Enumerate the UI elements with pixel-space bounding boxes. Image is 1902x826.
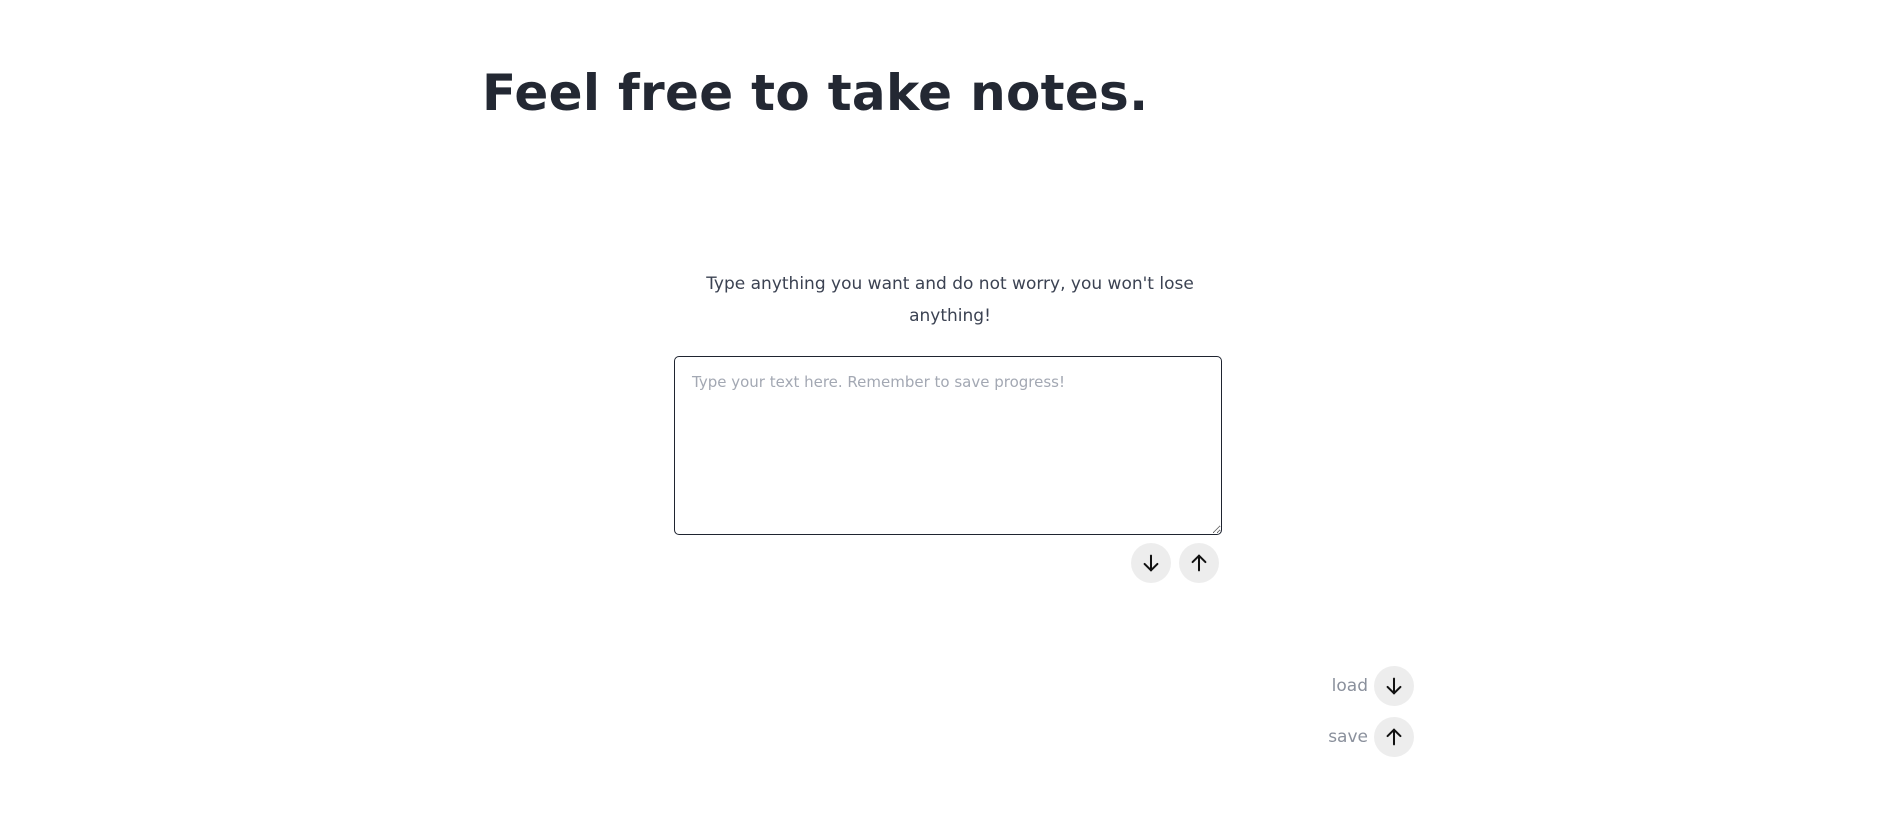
arrow-down-icon bbox=[1143, 554, 1159, 572]
page-title: Feel free to take notes. bbox=[482, 64, 1149, 122]
arrow-up-icon bbox=[1386, 728, 1402, 746]
load-label: load bbox=[1331, 676, 1368, 696]
intro-text: Type anything you want and do not worry,… bbox=[706, 274, 1194, 326]
arrow-up-icon bbox=[1191, 554, 1207, 572]
load-button[interactable] bbox=[1131, 543, 1171, 583]
notes-textarea[interactable] bbox=[674, 356, 1222, 535]
load-action[interactable]: load bbox=[1300, 666, 1414, 706]
load-side-button[interactable] bbox=[1374, 666, 1414, 706]
save-action[interactable]: save bbox=[1300, 717, 1414, 757]
save-label: save bbox=[1328, 727, 1368, 747]
notes-page: Feel free to take notes. Type anything y… bbox=[0, 0, 1902, 826]
save-side-button[interactable] bbox=[1374, 717, 1414, 757]
arrow-down-icon bbox=[1386, 677, 1402, 695]
save-button[interactable] bbox=[1179, 543, 1219, 583]
